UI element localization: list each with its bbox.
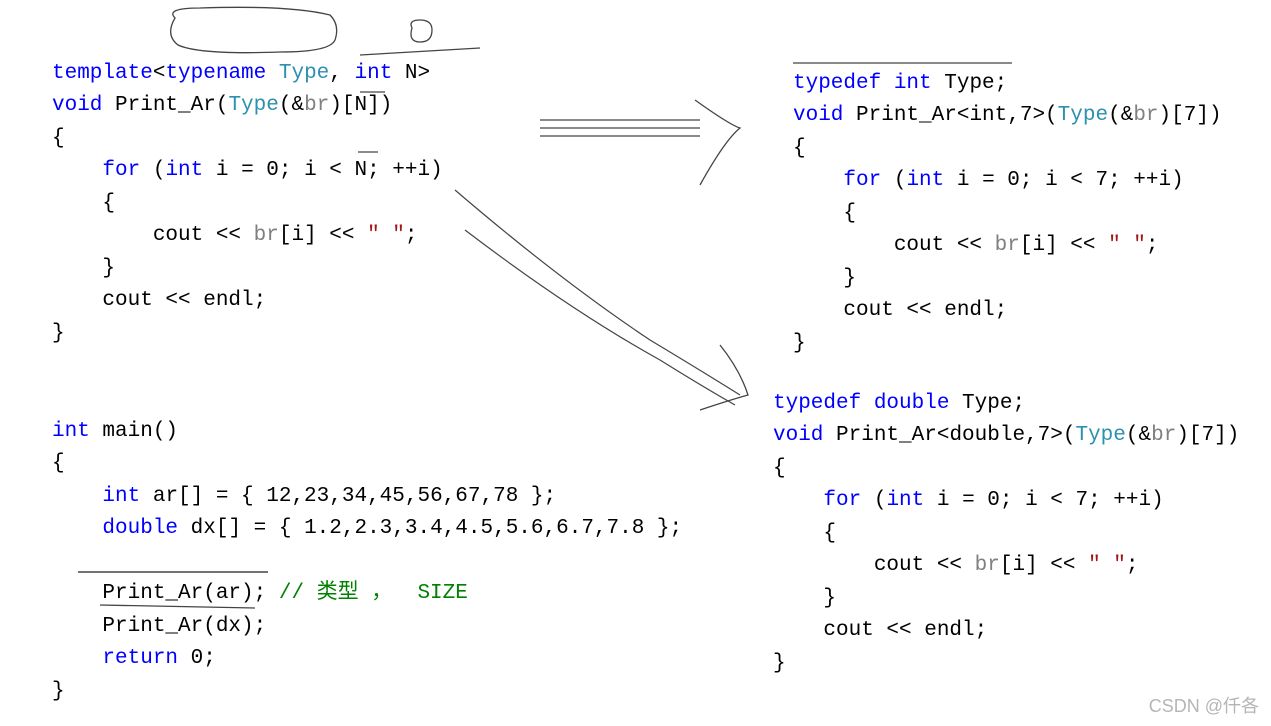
main-code-block: int main() { int ar[] = { 12,23,34,45,56… (52, 383, 682, 708)
arrow-1-head (695, 100, 740, 185)
arrow-2-line2 (465, 230, 735, 405)
arrow-2-line1 (455, 190, 740, 395)
int-instantiation-block: typedef int Type; void Print_Ar<int,7>(T… (793, 35, 1222, 360)
arrow-1-body (540, 120, 700, 136)
double-instantiation-block: typedef double Type; void Print_Ar<doubl… (773, 355, 1239, 680)
template-code-block: template<typename Type, int N> void Prin… (52, 25, 443, 350)
watermark: CSDN @仟各 (1149, 692, 1259, 718)
kw-template: template (52, 62, 153, 85)
arrow-2-head (700, 345, 748, 410)
